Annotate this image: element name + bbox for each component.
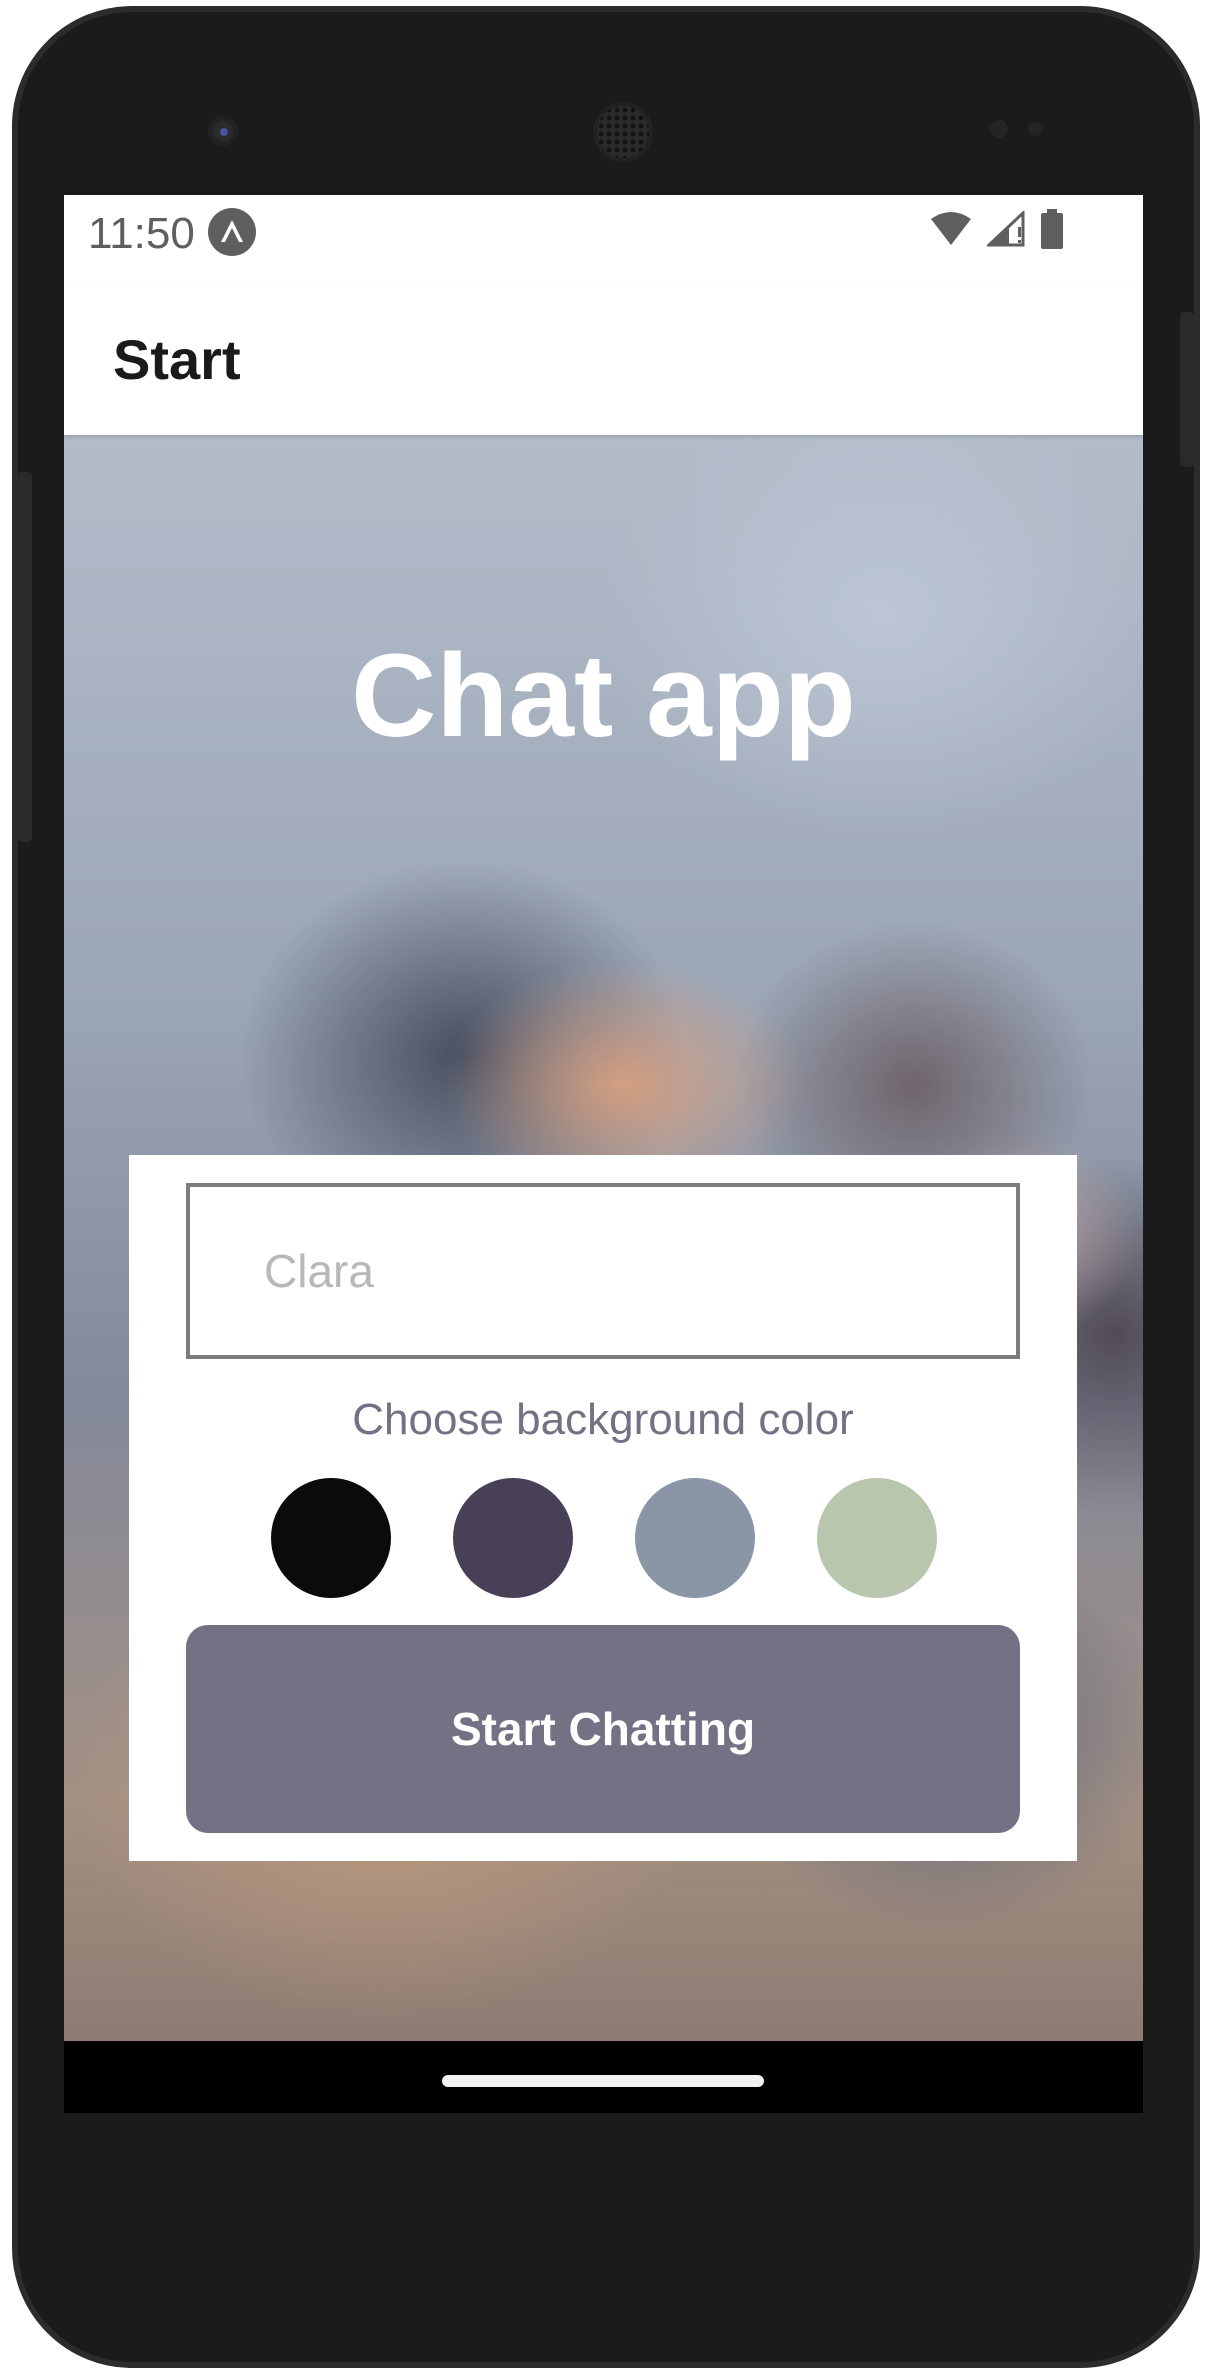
status-icons — [929, 209, 1063, 253]
color-swatches — [271, 1478, 937, 1598]
volume-button — [18, 472, 32, 842]
power-button — [1180, 312, 1194, 467]
home-gesture-handle[interactable] — [442, 2075, 764, 2087]
navigation-bar — [64, 2041, 1143, 2113]
front-camera — [208, 116, 238, 146]
color-swatch-black[interactable] — [271, 1478, 391, 1598]
signal-icon — [985, 209, 1027, 251]
wifi-icon — [929, 211, 973, 251]
battery-icon — [1041, 209, 1063, 253]
start-form-card: Choose background color Start Chatting — [129, 1155, 1077, 1861]
background-image: Chat app Choose background color Start C… — [64, 435, 1143, 2041]
light-sensor — [1028, 122, 1042, 136]
color-swatch-purple[interactable] — [453, 1478, 573, 1598]
status-bar: 11:50 — [64, 195, 1143, 283]
app-bar: Start — [64, 283, 1143, 435]
device-screen: 11:50 Start Chat app Clara Choose backgr… — [64, 195, 1143, 2113]
color-swatch-blue-gray[interactable] — [635, 1478, 755, 1598]
color-swatch-green[interactable] — [817, 1478, 937, 1598]
expo-logo-icon — [208, 208, 256, 256]
status-time: 11:50 — [88, 209, 195, 258]
page-title: Start — [113, 328, 241, 391]
name-input[interactable] — [186, 1183, 1020, 1359]
app-title: Chat app — [351, 630, 856, 762]
color-label: Choose background color — [352, 1395, 854, 1444]
earpiece-speaker — [593, 102, 653, 162]
start-chatting-button[interactable]: Start Chatting — [186, 1625, 1020, 1833]
proximity-sensor — [990, 120, 1008, 138]
